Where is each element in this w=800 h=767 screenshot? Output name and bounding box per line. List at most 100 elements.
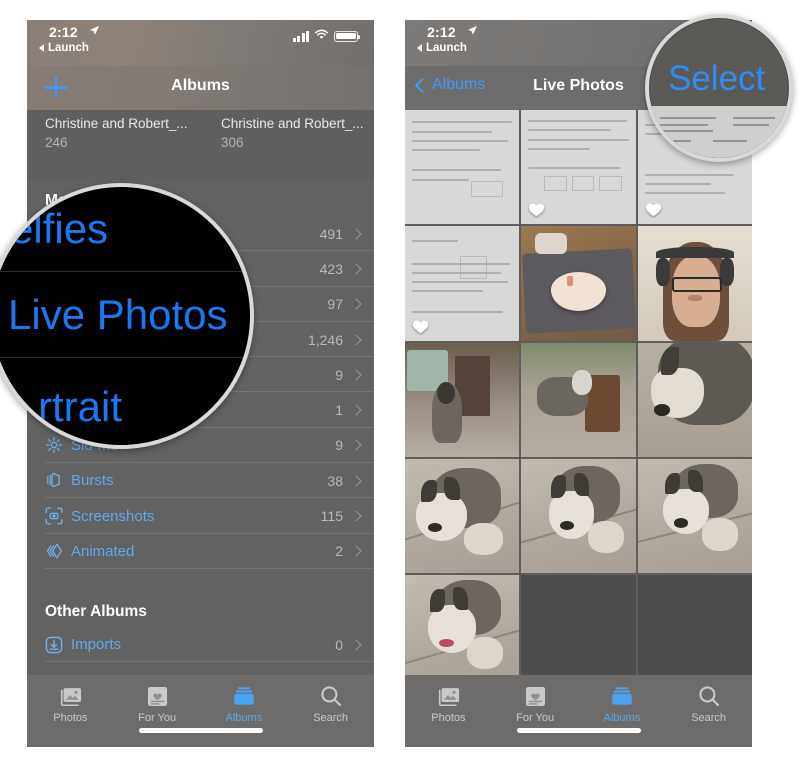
chevron-right-icon <box>350 510 362 522</box>
magnifier-callout-left: elfies Live Photos rtrait <box>0 183 254 449</box>
for-you-icon <box>492 683 579 709</box>
photos-icon <box>405 683 492 709</box>
list-item-count: 97 <box>327 296 343 313</box>
slomo-icon <box>45 436 71 454</box>
list-item-count: 2 <box>335 543 343 560</box>
tab-for-you[interactable]: For You <box>492 683 579 724</box>
tab-bar: Photos For You Albums Search <box>27 675 374 747</box>
photo-thumbnail[interactable] <box>637 342 752 458</box>
bursts-icon <box>45 472 71 490</box>
list-item-label: Bursts <box>71 472 114 490</box>
search-icon <box>665 683 752 709</box>
launch-back-link[interactable]: Launch <box>39 42 89 54</box>
status-time: 2:12 <box>427 24 456 40</box>
photo-grid <box>405 110 752 690</box>
list-item-bursts[interactable]: Bursts 38 <box>27 463 374 499</box>
list-item-count: 9 <box>335 437 343 454</box>
list-item-count: 423 <box>319 260 343 277</box>
tab-bar: Photos For You Albums Search <box>405 675 752 747</box>
tab-search[interactable]: Search <box>665 683 752 724</box>
tab-label: Albums <box>603 712 641 724</box>
status-indicators <box>292 27 360 45</box>
list-item-label: Screenshots <box>71 507 155 525</box>
photo-thumbnail[interactable] <box>405 575 520 690</box>
photos-icon <box>27 683 114 709</box>
list-item-animated[interactable]: Animated 2 <box>27 534 374 570</box>
battery-icon <box>334 30 360 42</box>
list-item-count: 9 <box>335 366 343 383</box>
tab-label: For You <box>516 712 555 724</box>
tab-label: Search <box>691 712 727 724</box>
status-time: 2:12 <box>49 24 78 40</box>
chevron-right-icon <box>350 369 362 381</box>
other-albums-header: Other Albums <box>45 602 147 620</box>
albums-icon <box>201 683 288 709</box>
home-indicator <box>516 728 641 733</box>
list-item-count: 0 <box>335 636 343 653</box>
photo-thumbnail[interactable] <box>405 226 520 341</box>
back-triangle-icon <box>39 44 44 52</box>
photo-thumbnail[interactable] <box>521 342 636 458</box>
magnified-label-live-photos[interactable]: Live Photos <box>8 291 227 339</box>
grid-empty-cell <box>521 575 636 690</box>
list-item-label: Imports <box>71 636 122 654</box>
photo-thumbnail[interactable] <box>521 459 636 574</box>
magnifier-callout-right: Select <box>645 14 793 162</box>
album-count: 306 <box>221 135 244 150</box>
tab-albums[interactable]: Albums <box>579 683 666 724</box>
launch-back-label: Launch <box>426 42 467 54</box>
import-icon <box>45 636 71 654</box>
launch-back-link[interactable]: Launch <box>417 42 467 54</box>
location-arrow-icon <box>89 25 100 36</box>
magnified-select-button[interactable]: Select <box>668 59 765 99</box>
list-item-label: Animated <box>71 542 135 560</box>
tab-label: Photos <box>53 712 88 724</box>
chevron-right-icon <box>350 298 362 310</box>
tab-label: Photos <box>431 712 466 724</box>
albums-thumbnail-strip: Christine and Robert_... 246 Christine a… <box>27 110 374 180</box>
magnified-document-edge <box>649 106 789 158</box>
screenshot-icon <box>45 507 71 525</box>
tab-albums[interactable]: Albums <box>201 683 288 724</box>
chevron-right-icon <box>350 475 362 487</box>
tab-search[interactable]: Search <box>287 683 374 724</box>
animated-icon <box>45 542 71 560</box>
photo-thumbnail[interactable] <box>637 226 752 341</box>
chevron-right-icon <box>350 333 362 346</box>
photo-thumbnail[interactable] <box>521 110 636 225</box>
search-icon <box>287 683 374 709</box>
chevron-right-icon <box>350 545 362 557</box>
album-card[interactable]: Christine and Robert_... 306 <box>221 116 374 180</box>
list-item-count: 491 <box>319 225 343 242</box>
tab-photos[interactable]: Photos <box>27 683 114 724</box>
location-arrow-icon <box>467 25 478 36</box>
chevron-right-icon <box>350 227 362 240</box>
photo-thumbnail[interactable] <box>405 110 520 225</box>
favorite-heart-icon <box>645 203 661 217</box>
cellular-bars-icon <box>292 30 309 42</box>
status-bar: 2:12 Launch <box>27 20 374 66</box>
list-item-count: 38 <box>327 472 343 489</box>
photo-thumbnail[interactable] <box>521 226 636 341</box>
tab-photos[interactable]: Photos <box>405 683 492 724</box>
album-card[interactable]: Christine and Robert_... 246 <box>45 116 203 180</box>
photo-thumbnail[interactable] <box>405 342 520 458</box>
list-item-screenshots[interactable]: Screenshots 115 <box>27 498 374 534</box>
album-count: 246 <box>45 135 68 150</box>
album-title: Christine and Robert_... <box>45 116 188 131</box>
list-item-count: 115 <box>320 508 343 525</box>
for-you-icon <box>114 683 201 709</box>
list-item-count: 1 <box>335 402 343 419</box>
chevron-right-icon <box>350 404 362 416</box>
tab-label: Search <box>313 712 349 724</box>
photo-thumbnail[interactable] <box>405 459 520 574</box>
photo-thumbnail[interactable] <box>637 459 752 574</box>
launch-back-label: Launch <box>48 42 89 54</box>
tab-for-you[interactable]: For You <box>114 683 201 724</box>
wifi-icon <box>314 27 329 45</box>
magnified-label-selfies: elfies <box>10 205 109 252</box>
albums-icon <box>579 683 666 709</box>
back-triangle-icon <box>417 44 422 52</box>
list-item-count: 1,246 <box>307 331 343 348</box>
list-item-imports[interactable]: Imports 0 <box>27 627 374 663</box>
